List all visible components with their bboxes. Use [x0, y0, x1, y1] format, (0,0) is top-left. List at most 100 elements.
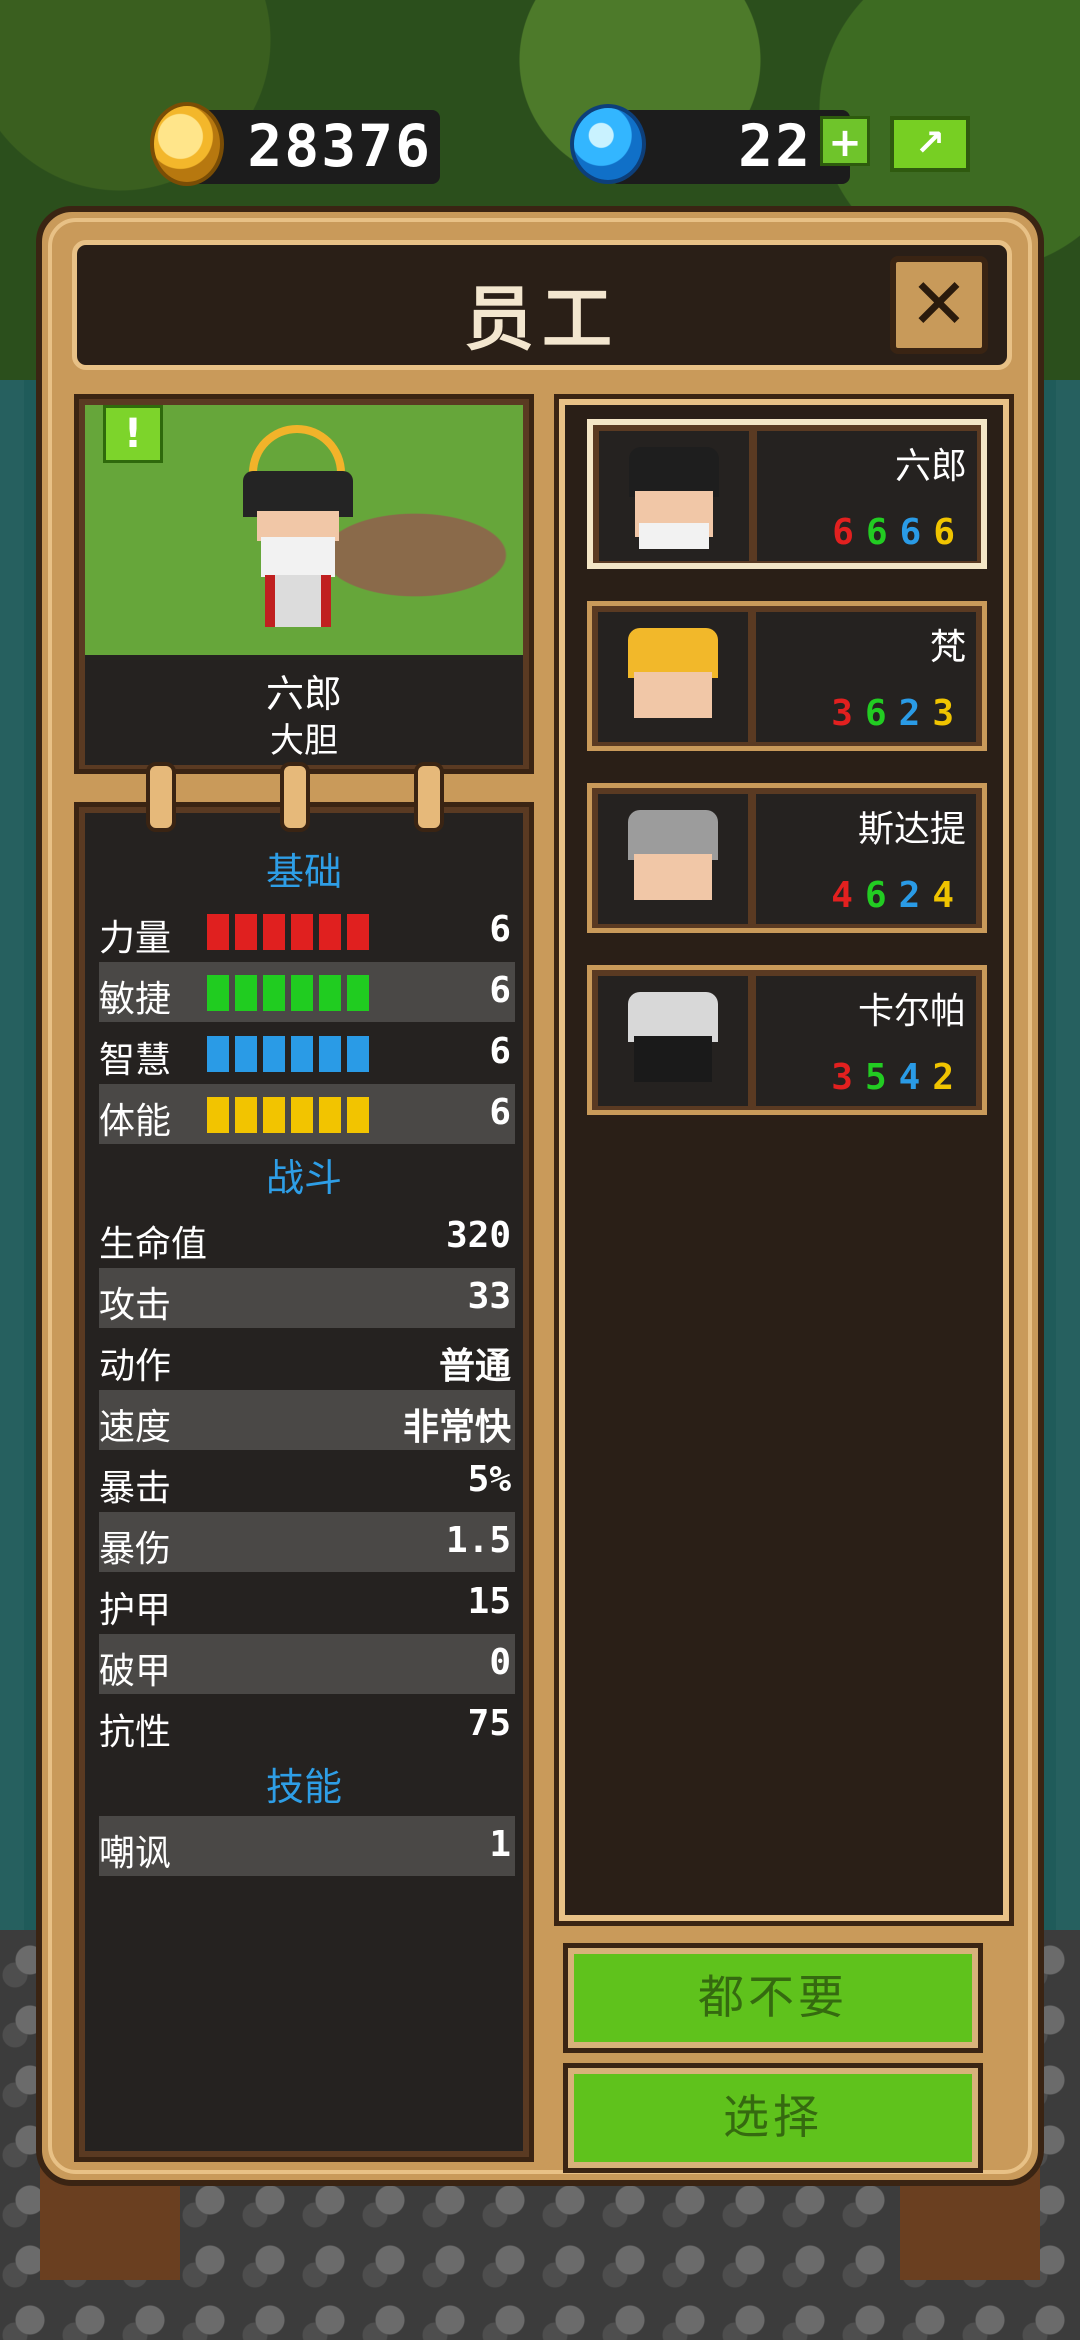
stat-bar-segment: [235, 914, 257, 950]
stats-panel: 基础 力量 6 敏捷 6 智慧 6 体能 6 战斗 生命值 320 攻击 33 动作 普通 速度 非常快 暴击 5% 暴…: [74, 802, 534, 2162]
stat-bar-segment: [319, 914, 341, 950]
title-bar: 员工: [72, 240, 1012, 370]
stat-bar-segment: [291, 1097, 313, 1133]
panel-pegs: [74, 762, 534, 832]
staff-roster: 六郎 6666 梵 3623 斯达提 4624 卡尔帕 3542: [554, 394, 1014, 1926]
staff-stat-int: 2: [898, 693, 933, 734]
staff-stat-dex: 6: [864, 875, 899, 916]
stat-value: 6: [489, 970, 511, 1011]
staff-panel: 员工 ✕ ! 六郎 大胆 基础 力量 6 敏捷 6 智慧 6 体能 6 战斗 生命值 320 攻击 33 动…: [36, 206, 1044, 2186]
hero-portrait: ! 六郎 大胆: [74, 394, 534, 774]
alert-badge[interactable]: !: [103, 405, 163, 463]
stat-value: 0: [489, 1642, 511, 1683]
combat-stat-row: 动作 普通: [99, 1329, 515, 1389]
stat-bar-segment: [319, 1036, 341, 1072]
staff-name: 卡尔帕: [857, 991, 966, 1032]
gold-coin-icon: [150, 102, 224, 186]
staff-stats: 6666: [832, 512, 967, 553]
share-button[interactable]: ↗: [890, 116, 970, 172]
stat-value: 5%: [467, 1459, 511, 1500]
staff-stat-str: 3: [831, 1057, 865, 1098]
stat-bar-segment: [347, 1036, 369, 1072]
staff-stats: 3542: [831, 1057, 966, 1098]
stat-bar-segment: [347, 975, 369, 1011]
combat-stat-row: 攻击 33: [99, 1268, 515, 1328]
hero-trait: 大胆: [270, 721, 338, 761]
basic-stat-row: 体能 6: [99, 1084, 515, 1144]
stat-bar-segment: [235, 975, 257, 1011]
stat-label: 体能: [99, 1101, 172, 1142]
staff-stat-dex: 6: [865, 512, 900, 553]
staff-stat-con: 2: [932, 1057, 966, 1098]
close-icon: ✕: [909, 263, 969, 345]
stat-bar-segment: [207, 1036, 229, 1072]
staff-stats: 4624: [831, 875, 966, 916]
stat-bar-segment: [291, 914, 313, 950]
add-gems-button[interactable]: +: [820, 116, 870, 166]
roster-card[interactable]: 卡尔帕 3542: [587, 965, 987, 1115]
select-button[interactable]: 选择: [563, 2063, 983, 2173]
stat-bar-segment: [291, 1036, 313, 1072]
gold-amount: 28376: [247, 112, 432, 180]
staff-stat-str: 3: [831, 693, 865, 734]
stat-label: 抗性: [99, 1712, 172, 1753]
stat-label: 动作: [99, 1346, 172, 1387]
blue-gem-icon: [570, 104, 646, 184]
stat-bar-segment: [263, 1036, 285, 1072]
section-basic: 基础: [265, 850, 342, 894]
staff-stat-str: 6: [832, 512, 866, 553]
stat-bar-segment: [207, 1097, 229, 1133]
stat-label: 护甲: [99, 1590, 172, 1631]
stat-bar-segment: [291, 975, 313, 1011]
stat-label: 攻击: [99, 1285, 172, 1326]
section-combat: 战斗: [265, 1156, 342, 1200]
stat-bar-segment: [263, 975, 285, 1011]
stat-bar-segment: [263, 1097, 285, 1133]
stat-value: 320: [445, 1215, 511, 1256]
stat-bar-segment: [263, 914, 285, 950]
stat-label: 智慧: [99, 1040, 172, 1081]
staff-stat-dex: 5: [864, 1057, 899, 1098]
stat-value: 普通: [438, 1346, 511, 1387]
staff-stat-int: 2: [898, 875, 933, 916]
panel-title: 员工: [464, 278, 620, 360]
skill-row: 嘲讽 1: [99, 1816, 515, 1876]
staff-name: 梵: [929, 627, 966, 668]
stat-bar-segment: [207, 914, 229, 950]
stat-bar-segment: [319, 1097, 341, 1133]
combat-stat-row: 暴击 5%: [99, 1451, 515, 1511]
stat-bar-segment: [235, 1097, 257, 1133]
staff-stat-str: 4: [831, 875, 865, 916]
roster-card[interactable]: 梵 3623: [587, 601, 987, 751]
stat-value: 6: [489, 909, 511, 950]
stat-label: 破甲: [99, 1651, 172, 1692]
basic-stat-row: 力量 6: [99, 901, 515, 961]
staff-portrait: [598, 976, 748, 1106]
stat-label: 生命值: [99, 1224, 208, 1265]
hero-sprite: [243, 425, 353, 635]
stat-bar-segment: [347, 914, 369, 950]
stat-label: 速度: [99, 1407, 172, 1448]
staff-stat-int: 4: [898, 1057, 933, 1098]
decline-all-button[interactable]: 都不要: [563, 1943, 983, 2053]
staff-portrait: [599, 431, 749, 561]
combat-stat-row: 护甲 15: [99, 1573, 515, 1633]
section-skills: 技能: [265, 1765, 342, 1809]
roster-card[interactable]: 斯达提 4624: [587, 783, 987, 933]
stat-label: 力量: [99, 918, 172, 959]
close-button[interactable]: ✕: [890, 256, 988, 354]
staff-portrait: [598, 612, 748, 742]
basic-stat-row: 敏捷 6: [99, 962, 515, 1022]
hero-scene: !: [85, 405, 523, 655]
stat-bar-segment: [319, 975, 341, 1011]
gem-counter: 22 +: [570, 102, 870, 184]
stat-value: 33: [467, 1276, 511, 1317]
staff-name: 六郎: [894, 446, 967, 487]
staff-stat-con: 6: [933, 512, 967, 553]
roster-card[interactable]: 六郎 6666: [587, 419, 987, 569]
stat-label: 暴击: [99, 1468, 172, 1509]
hero-name: 六郎: [265, 672, 342, 716]
staff-name: 斯达提: [857, 809, 966, 850]
stat-label: 嘲讽: [99, 1833, 172, 1874]
staff-stat-con: 4: [932, 875, 966, 916]
